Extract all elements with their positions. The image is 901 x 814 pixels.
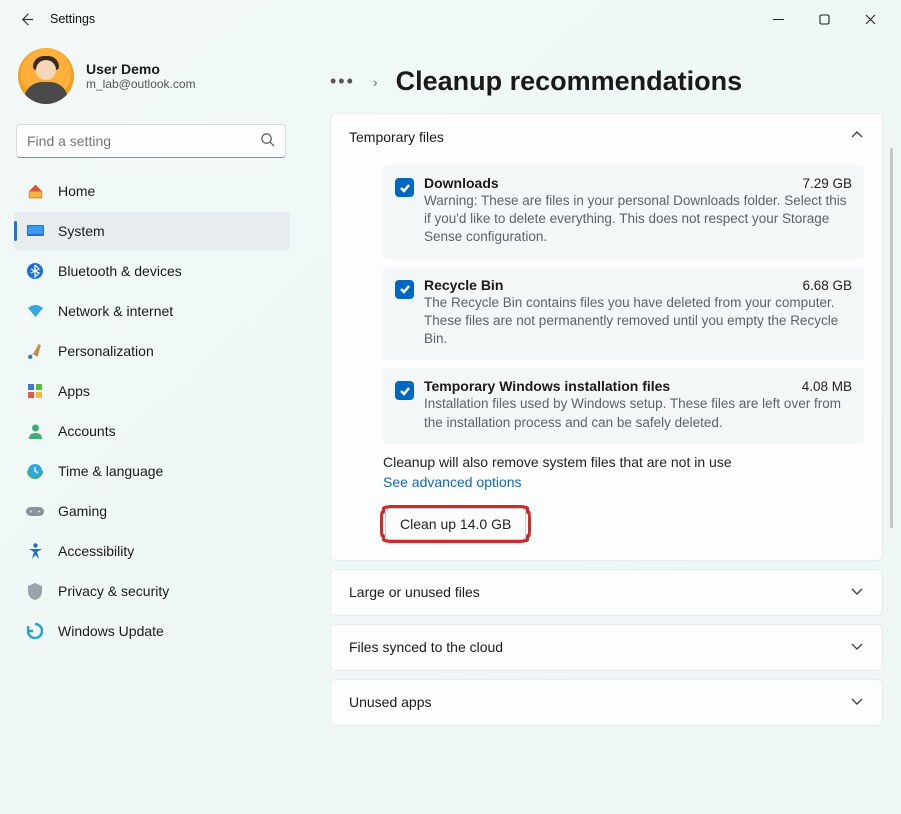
titlebar: Settings xyxy=(0,0,901,38)
apps-icon xyxy=(26,383,44,399)
home-icon xyxy=(26,183,44,200)
window-title: Settings xyxy=(50,12,95,26)
sidebar-item-label: Apps xyxy=(58,383,90,399)
chevron-down-icon xyxy=(850,694,864,711)
section-title: Unused apps xyxy=(349,694,432,710)
update-icon xyxy=(26,623,44,639)
chevron-up-icon xyxy=(850,128,864,145)
item-size: 6.68 GB xyxy=(802,278,852,293)
cleanup-button[interactable]: Clean up 14.0 GB xyxy=(385,508,526,540)
sidebar-item-gaming[interactable]: Gaming xyxy=(14,492,290,530)
brush-icon xyxy=(26,343,44,360)
search-icon xyxy=(260,132,275,150)
sidebar-item-update[interactable]: Windows Update xyxy=(14,612,290,650)
item-size: 7.29 GB xyxy=(802,176,852,191)
bluetooth-icon xyxy=(26,263,44,279)
nav: Home System Bluetooth & devices Network … xyxy=(14,172,290,650)
profile-email: m_lab@outlook.com xyxy=(86,77,196,91)
sidebar-item-personalization[interactable]: Personalization xyxy=(14,332,290,370)
cleanup-item-recycle-bin[interactable]: Recycle Bin 6.68 GB The Recycle Bin cont… xyxy=(383,267,864,361)
minimize-button[interactable] xyxy=(755,3,801,35)
page-title: Cleanup recommendations xyxy=(396,66,743,97)
chevron-down-icon xyxy=(850,639,864,656)
section-header-temporary[interactable]: Temporary files xyxy=(331,114,882,159)
breadcrumb: ••• › Cleanup recommendations xyxy=(330,46,883,113)
close-button[interactable] xyxy=(847,3,893,35)
sidebar-item-system[interactable]: System xyxy=(14,212,290,250)
checkbox-recycle-bin[interactable] xyxy=(395,280,414,299)
cleanup-item-downloads[interactable]: Downloads 7.29 GB Warning: These are fil… xyxy=(383,165,864,259)
cleanup-note: Cleanup will also remove system files th… xyxy=(383,454,864,470)
sidebar-item-label: Gaming xyxy=(58,503,107,519)
wifi-icon xyxy=(26,304,44,318)
section-title: Large or unused files xyxy=(349,584,480,600)
sidebar-item-label: Accounts xyxy=(58,423,116,439)
sidebar-item-label: Accessibility xyxy=(58,543,134,559)
sidebar-item-network[interactable]: Network & internet xyxy=(14,292,290,330)
sidebar-item-accessibility[interactable]: Accessibility xyxy=(14,532,290,570)
highlight-box: Clean up 14.0 GB xyxy=(383,514,528,534)
section-title: Files synced to the cloud xyxy=(349,639,503,655)
checkbox-temp-install[interactable] xyxy=(395,381,414,400)
breadcrumb-overflow[interactable]: ••• xyxy=(330,71,355,92)
chevron-right-icon: › xyxy=(373,74,378,90)
section-cloud-files[interactable]: Files synced to the cloud xyxy=(330,624,883,671)
avatar xyxy=(18,48,74,104)
sidebar: User Demo m_lab@outlook.com Home System … xyxy=(0,38,300,814)
checkbox-downloads[interactable] xyxy=(395,178,414,197)
sidebar-item-label: Network & internet xyxy=(58,303,173,319)
sidebar-item-home[interactable]: Home xyxy=(14,172,290,210)
item-size: 4.08 MB xyxy=(802,379,852,394)
section-unused-apps[interactable]: Unused apps xyxy=(330,679,883,726)
item-title: Recycle Bin xyxy=(424,277,503,293)
scrollbar[interactable] xyxy=(890,148,893,528)
item-title: Downloads xyxy=(424,175,499,191)
sidebar-item-bluetooth[interactable]: Bluetooth & devices xyxy=(14,252,290,290)
person-icon xyxy=(26,423,44,439)
sidebar-item-time[interactable]: Time & language xyxy=(14,452,290,490)
profile-block[interactable]: User Demo m_lab@outlook.com xyxy=(14,38,290,122)
section-large-files[interactable]: Large or unused files xyxy=(330,569,883,616)
advanced-options-link[interactable]: See advanced options xyxy=(383,474,522,490)
sidebar-item-label: Bluetooth & devices xyxy=(58,263,182,279)
sidebar-item-label: Time & language xyxy=(58,463,163,479)
profile-name: User Demo xyxy=(86,61,196,77)
sidebar-item-label: Privacy & security xyxy=(58,583,169,599)
item-description: Installation files used by Windows setup… xyxy=(424,395,852,431)
item-description: The Recycle Bin contains files you have … xyxy=(424,294,852,349)
shield-icon xyxy=(26,583,44,600)
main-content: ••• › Cleanup recommendations Temporary … xyxy=(300,38,901,814)
section-temporary-files: Temporary files Downloads 7.29 GB Warnin… xyxy=(330,113,883,561)
sidebar-item-label: Windows Update xyxy=(58,623,164,639)
section-title: Temporary files xyxy=(349,129,444,145)
item-title: Temporary Windows installation files xyxy=(424,378,670,394)
clock-icon xyxy=(26,463,44,479)
search-input[interactable] xyxy=(27,133,260,149)
gamepad-icon xyxy=(26,505,44,518)
item-description: Warning: These are files in your persona… xyxy=(424,192,852,247)
sidebar-item-label: Home xyxy=(58,183,95,199)
sidebar-item-accounts[interactable]: Accounts xyxy=(14,412,290,450)
system-icon xyxy=(26,224,44,238)
sidebar-item-label: System xyxy=(58,223,105,239)
sidebar-item-apps[interactable]: Apps xyxy=(14,372,290,410)
chevron-down-icon xyxy=(850,584,864,601)
back-button[interactable] xyxy=(8,1,44,37)
maximize-button[interactable] xyxy=(801,3,847,35)
search-box[interactable] xyxy=(16,124,286,158)
cleanup-item-temp-install[interactable]: Temporary Windows installation files 4.0… xyxy=(383,368,864,443)
sidebar-item-privacy[interactable]: Privacy & security xyxy=(14,572,290,610)
accessibility-icon xyxy=(26,543,44,560)
sidebar-item-label: Personalization xyxy=(58,343,154,359)
